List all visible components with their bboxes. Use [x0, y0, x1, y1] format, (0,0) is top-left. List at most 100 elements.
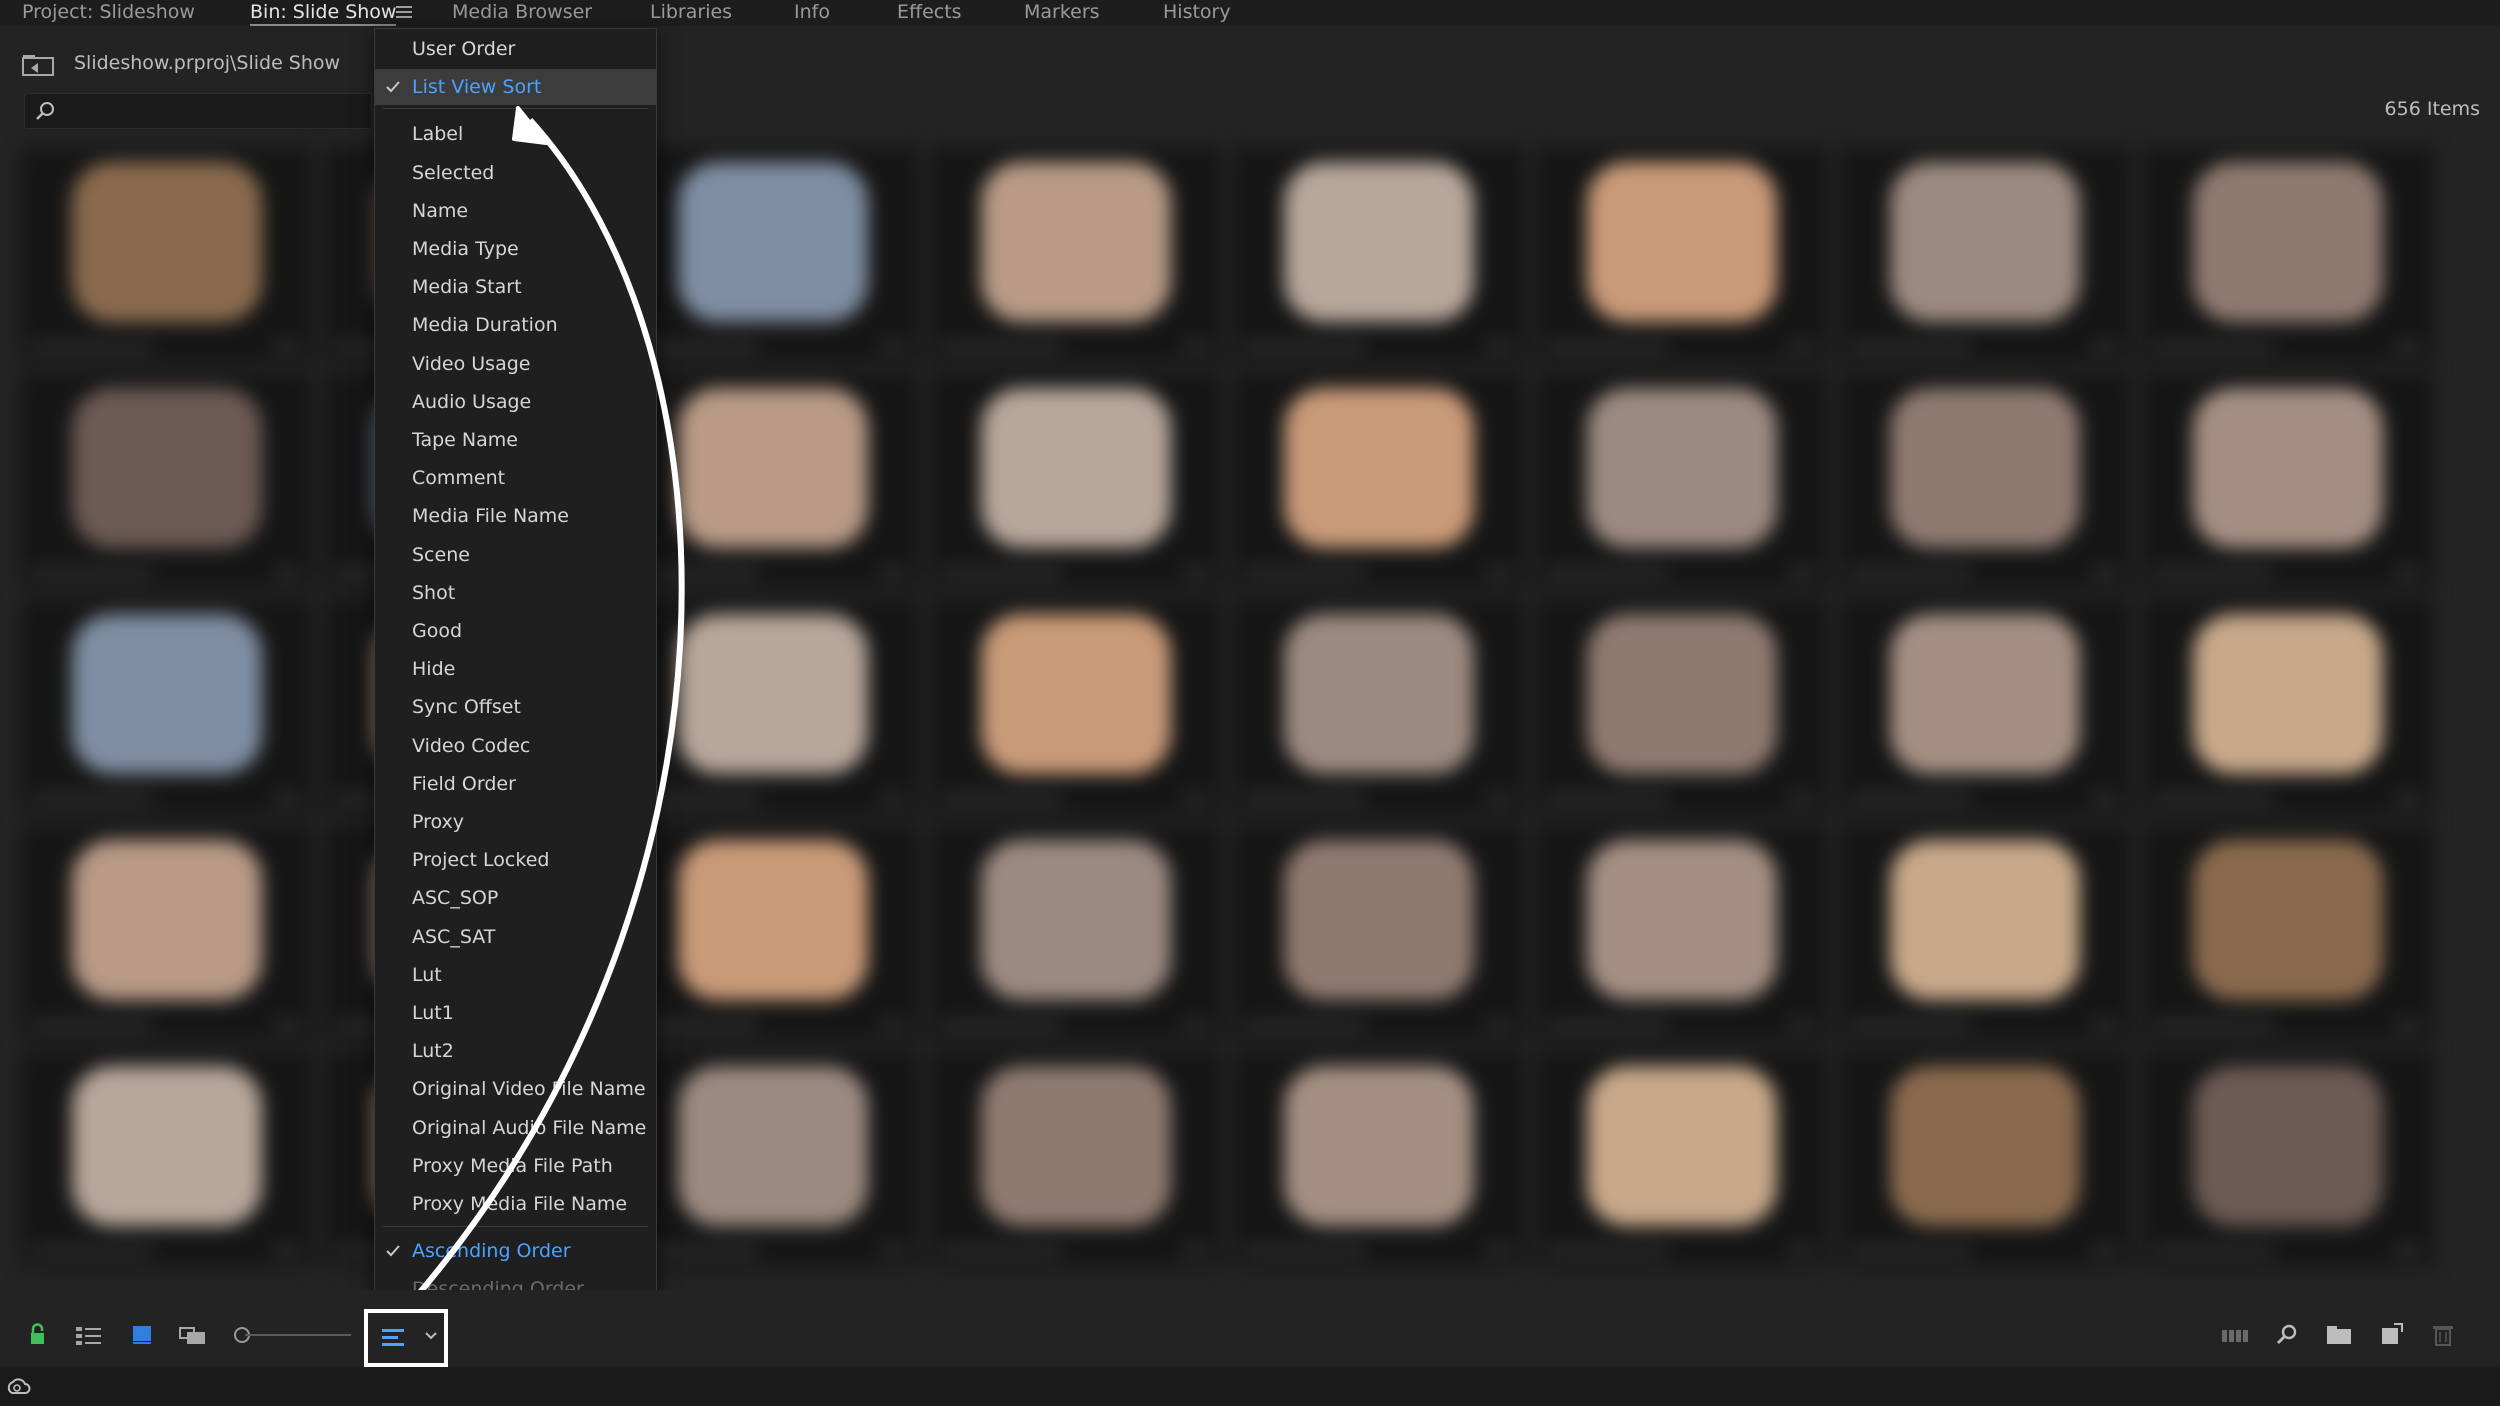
thumbnail-item[interactable]: [1537, 1052, 1827, 1266]
lock-icon[interactable]: [22, 1322, 52, 1348]
thumbnail-item[interactable]: [22, 374, 312, 588]
bin-path-breadcrumb: Slideshow.prproj\Slide Show: [74, 52, 341, 74]
thumbnail-item[interactable]: [22, 826, 312, 1040]
thumbnail-item[interactable]: [2143, 600, 2433, 814]
thumbnail-item[interactable]: [1840, 148, 2130, 362]
thumbnail-item[interactable]: [1537, 600, 1827, 814]
thumbnail-item[interactable]: [1840, 600, 2130, 814]
thumbnail-item[interactable]: [628, 374, 918, 588]
new-bin-icon[interactable]: [2324, 1322, 2354, 1348]
automate-to-sequence-icon[interactable]: [2220, 1322, 2250, 1348]
thumbnail-image: [678, 162, 868, 322]
panel-menu-icon[interactable]: [396, 3, 412, 19]
thumbnail-item[interactable]: [1840, 826, 2130, 1040]
thumbnail-item[interactable]: [22, 600, 312, 814]
sort-icons-button[interactable]: [364, 1309, 448, 1367]
thumbnail-item[interactable]: [931, 600, 1221, 814]
menu-item-lut2[interactable]: Lut2: [375, 1033, 656, 1069]
list-view-icon[interactable]: [74, 1322, 104, 1348]
bin-search-input[interactable]: [24, 93, 372, 129]
tab-info[interactable]: Info: [794, 0, 830, 24]
menu-item-lut[interactable]: Lut: [375, 957, 656, 993]
thumbnail-duration: [2395, 342, 2421, 352]
thumbnail-item[interactable]: [628, 148, 918, 362]
tab-history[interactable]: History: [1163, 0, 1231, 24]
menu-item-name[interactable]: Name: [375, 193, 656, 229]
menu-item-shot[interactable]: Shot: [375, 575, 656, 611]
thumbnail-image: [1587, 1066, 1777, 1226]
thumbnail-item[interactable]: [628, 1052, 918, 1266]
find-icon[interactable]: [2272, 1322, 2302, 1348]
thumbnail-image: [1890, 840, 2080, 1000]
thumbnail-item[interactable]: [1234, 600, 1524, 814]
menu-item-comment[interactable]: Comment: [375, 460, 656, 496]
menu-item-ascending-order[interactable]: Ascending Order: [375, 1233, 656, 1269]
menu-item-asc-sat[interactable]: ASC_SAT: [375, 919, 656, 955]
icon-view-icon[interactable]: [127, 1322, 157, 1348]
thumbnail-item[interactable]: [2143, 148, 2433, 362]
new-item-icon[interactable]: [2376, 1322, 2406, 1348]
menu-item-sync-offset[interactable]: Sync Offset: [375, 689, 656, 725]
thumbnail-item[interactable]: [931, 148, 1221, 362]
tab-markers[interactable]: Markers: [1024, 0, 1100, 24]
thumbnail-item[interactable]: [931, 826, 1221, 1040]
menu-item-good[interactable]: Good: [375, 613, 656, 649]
menu-item-selected[interactable]: Selected: [375, 155, 656, 191]
menu-item-scene[interactable]: Scene: [375, 537, 656, 573]
tab-bin[interactable]: Bin: Slide Show: [250, 0, 397, 27]
thumbnail-item[interactable]: [628, 826, 918, 1040]
menu-item-media-file-name[interactable]: Media File Name: [375, 498, 656, 534]
menu-item-media-duration[interactable]: Media Duration: [375, 307, 656, 343]
thumbnail-item[interactable]: [1234, 826, 1524, 1040]
tab-media-browser[interactable]: Media Browser: [452, 0, 592, 24]
thumbnail-item[interactable]: [22, 1052, 312, 1266]
thumbnail-image: [1284, 840, 1474, 1000]
menu-item-proxy-media-file-name[interactable]: Proxy Media File Name: [375, 1186, 656, 1222]
thumbnail-item[interactable]: [1537, 374, 1827, 588]
thumbnail-item[interactable]: [2143, 1052, 2433, 1266]
thumbnail-item[interactable]: [22, 148, 312, 362]
folder-up-icon[interactable]: [22, 54, 54, 76]
menu-item-field-order[interactable]: Field Order: [375, 766, 656, 802]
thumbnail-item[interactable]: [931, 374, 1221, 588]
thumbnail-item[interactable]: [1840, 374, 2130, 588]
menu-item-hide[interactable]: Hide: [375, 651, 656, 687]
tab-effects[interactable]: Effects: [897, 0, 962, 24]
trash-icon[interactable]: [2428, 1322, 2458, 1348]
menu-item-audio-usage[interactable]: Audio Usage: [375, 384, 656, 420]
thumbnail-item[interactable]: [931, 1052, 1221, 1266]
thumbnail-caption: [941, 1246, 1061, 1256]
tab-libraries[interactable]: Libraries: [650, 0, 732, 24]
menu-item-user-order[interactable]: User Order: [375, 31, 656, 67]
menu-item-label: Sync Offset: [412, 696, 521, 719]
thumbnail-item[interactable]: [1234, 148, 1524, 362]
menu-item-proxy-media-file-path[interactable]: Proxy Media File Path: [375, 1148, 656, 1184]
menu-item-media-start[interactable]: Media Start: [375, 269, 656, 305]
menu-item-project-locked[interactable]: Project Locked: [375, 842, 656, 878]
creative-cloud-icon[interactable]: [4, 1376, 32, 1398]
thumbnail-item[interactable]: [2143, 374, 2433, 588]
thumbnail-item[interactable]: [628, 600, 918, 814]
menu-item-proxy[interactable]: Proxy: [375, 804, 656, 840]
menu-item-original-video-file-name[interactable]: Original Video File Name: [375, 1071, 656, 1107]
thumbnail-image: [1587, 840, 1777, 1000]
thumbnail-item[interactable]: [1537, 148, 1827, 362]
menu-item-list-view-sort[interactable]: List View Sort: [375, 69, 656, 106]
thumbnail-item[interactable]: [1234, 1052, 1524, 1266]
tab-project[interactable]: Project: Slideshow: [22, 0, 195, 24]
menu-item-original-audio-file-name[interactable]: Original Audio File Name: [375, 1110, 656, 1146]
menu-item-asc-sop[interactable]: ASC_SOP: [375, 880, 656, 916]
menu-item-video-usage[interactable]: Video Usage: [375, 346, 656, 382]
menu-item-label[interactable]: Label: [375, 116, 656, 152]
thumbnail-item[interactable]: [2143, 826, 2433, 1040]
thumbnail-item[interactable]: [1840, 1052, 2130, 1266]
menu-item-tape-name[interactable]: Tape Name: [375, 422, 656, 458]
freeform-view-icon[interactable]: [178, 1322, 208, 1348]
thumbnail-item[interactable]: [1234, 374, 1524, 588]
thumbnail-item[interactable]: [1537, 826, 1827, 1040]
menu-item-lut1[interactable]: Lut1: [375, 995, 656, 1031]
zoom-slider[interactable]: [245, 1334, 351, 1336]
menu-item-label: Tape Name: [412, 429, 518, 451]
menu-item-media-type[interactable]: Media Type: [375, 231, 656, 267]
menu-item-video-codec[interactable]: Video Codec: [375, 728, 656, 764]
